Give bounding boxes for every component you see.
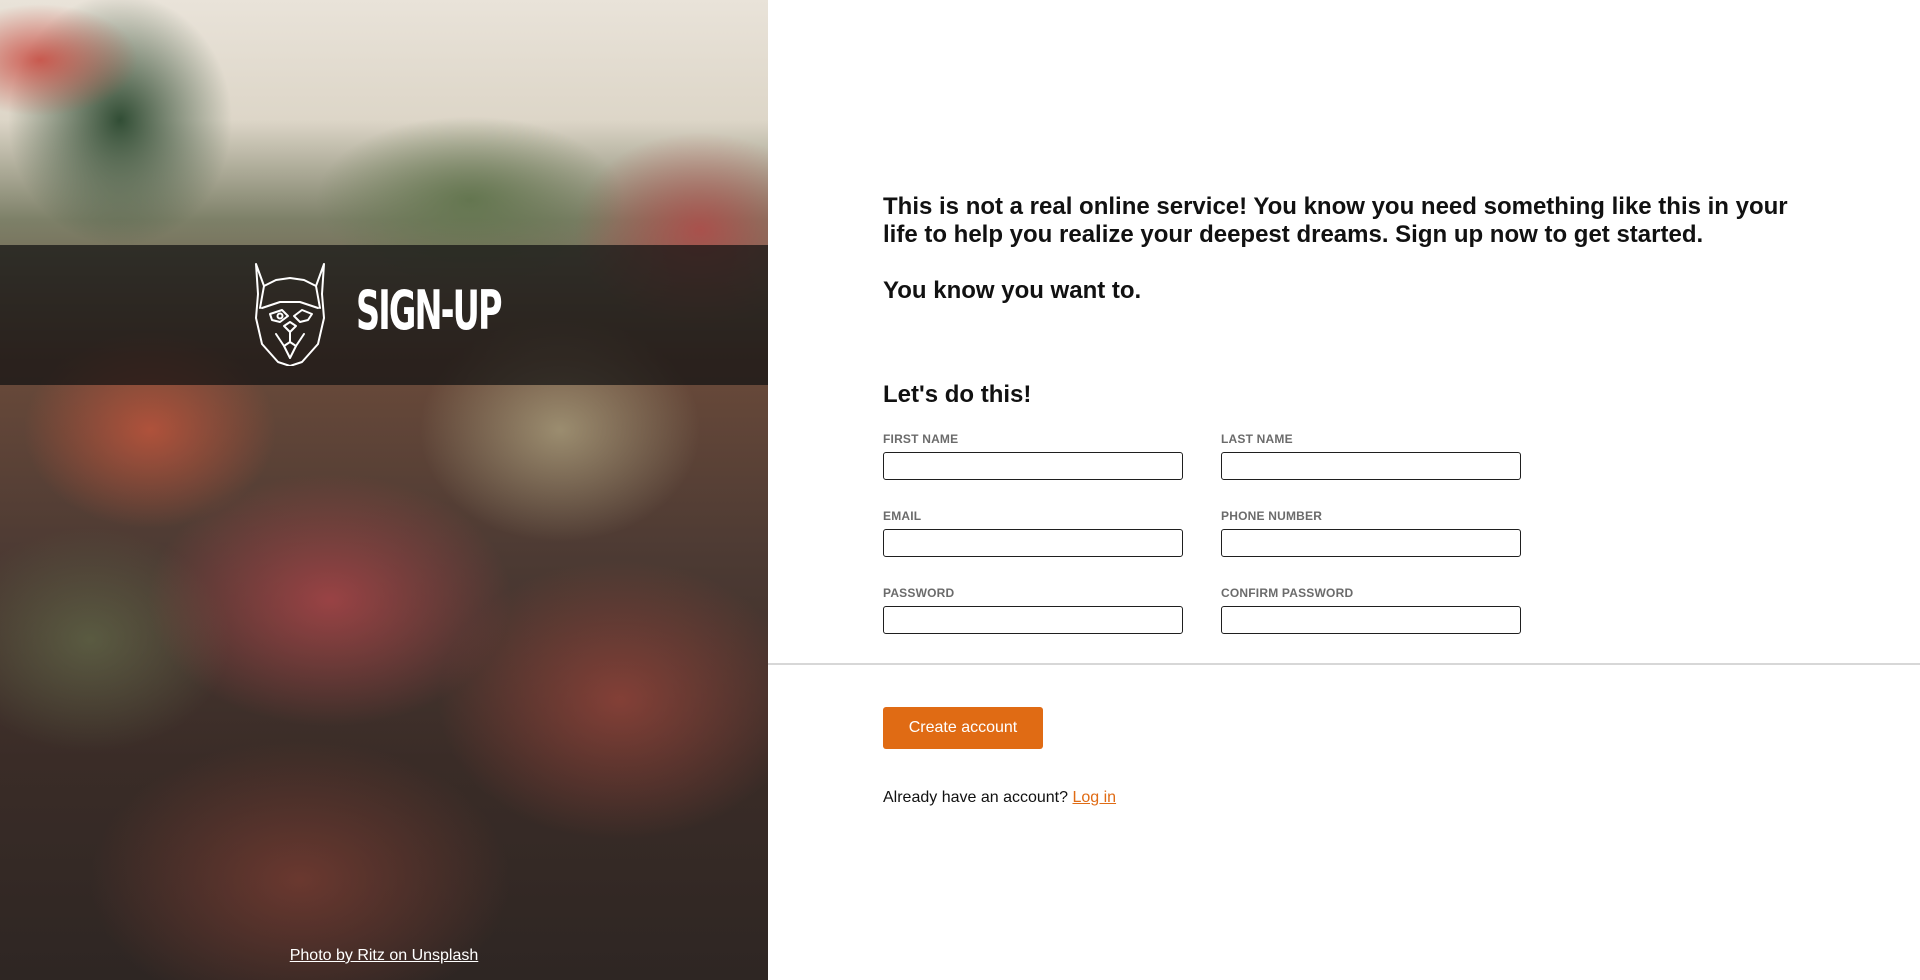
hero-panel: SIGN-UP Photo by Ritz on Unsplash [0,0,768,980]
password-field-group: PASSWORD [883,586,1183,634]
phone-input[interactable] [1221,529,1521,557]
confirm-password-field-group: CONFIRM PASSWORD [1221,586,1521,634]
bulldog-head-icon [255,263,325,366]
password-input[interactable] [883,606,1183,634]
last-name-label: LAST NAME [1221,432,1293,446]
email-input[interactable] [883,529,1183,557]
phone-field-group: PHONE NUMBER [1221,509,1521,557]
login-prompt-text: Already have an account? [883,789,1069,806]
login-link[interactable]: Log in [1072,789,1116,806]
first-name-input[interactable] [883,452,1183,480]
login-prompt-line: Already have an account? Log in [883,789,1116,807]
photo-credit-link[interactable]: Photo by Ritz on Unsplash [0,947,768,965]
password-label: PASSWORD [883,586,955,600]
email-field-group: EMAIL [883,509,1183,557]
email-label: EMAIL [883,509,922,523]
hero-title: SIGN-UP [356,279,503,342]
intro-tagline: You know you want to. [883,277,1142,304]
create-account-button[interactable]: Create account [883,707,1043,749]
first-name-label: FIRST NAME [883,432,959,446]
hero-background-photo [0,0,768,980]
phone-label: PHONE NUMBER [1221,509,1323,523]
signup-page: SIGN-UP Photo by Ritz on Unsplash This i… [0,0,1920,980]
confirm-password-input[interactable] [1221,606,1521,634]
last-name-field-group: LAST NAME [1221,432,1521,480]
form-heading: Let's do this! [883,381,1032,408]
first-name-field-group: FIRST NAME [883,432,1183,480]
intro-text: This is not a real online service! You k… [883,193,1823,305]
confirm-password-label: CONFIRM PASSWORD [1221,586,1354,600]
last-name-input[interactable] [1221,452,1521,480]
intro-paragraph: This is not a real online service! You k… [883,193,1788,248]
form-divider [768,663,1920,665]
